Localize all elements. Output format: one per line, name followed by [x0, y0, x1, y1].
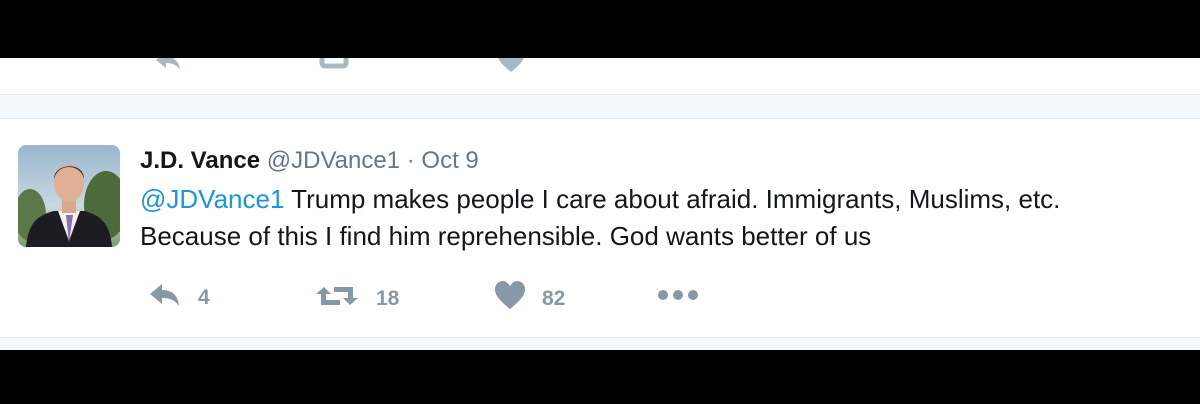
- twitter-timeline: J.D. Vance @JDVance1 · Oct 9 @JDVance1 T…: [0, 58, 1200, 350]
- tweet-line-1: @JDVance1 Trump makes people I care abou…: [140, 181, 1200, 218]
- avatar[interactable]: [18, 145, 120, 247]
- tweet-text: @JDVance1 Trump makes people I care abou…: [140, 181, 1200, 255]
- more-icon: [656, 281, 700, 314]
- reply-button[interactable]: 4: [146, 281, 210, 314]
- reply-icon[interactable]: [150, 58, 182, 79]
- mention-link[interactable]: @JDVance1: [140, 184, 284, 214]
- reply-icon: [146, 281, 182, 314]
- retweet-icon[interactable]: [318, 58, 358, 79]
- like-count: 82: [542, 286, 566, 310]
- reply-count: 4: [198, 285, 210, 309]
- heart-icon[interactable]: [496, 58, 526, 79]
- like-button[interactable]: 82: [494, 281, 565, 316]
- tweet-text-line-2: Because of this I find him reprehensible…: [140, 221, 872, 251]
- tweet-text-line-1: Trump makes people I care about afraid. …: [284, 184, 1061, 214]
- tweet-header: J.D. Vance @JDVance1 · Oct 9: [140, 145, 479, 177]
- tweet-card[interactable]: J.D. Vance @JDVance1 · Oct 9 @JDVance1 T…: [0, 118, 1200, 338]
- heart-icon: [494, 281, 526, 316]
- retweet-count: 18: [376, 286, 400, 310]
- tweet-date[interactable]: Oct 9: [421, 147, 478, 174]
- retweet-button[interactable]: 18: [314, 281, 399, 316]
- separator: ·: [406, 147, 415, 174]
- more-options-button[interactable]: [656, 281, 700, 314]
- user-handle[interactable]: @JDVance1: [267, 147, 400, 174]
- retweet-icon: [314, 281, 360, 316]
- previous-tweet: [0, 58, 1200, 95]
- display-name[interactable]: J.D. Vance: [140, 147, 260, 174]
